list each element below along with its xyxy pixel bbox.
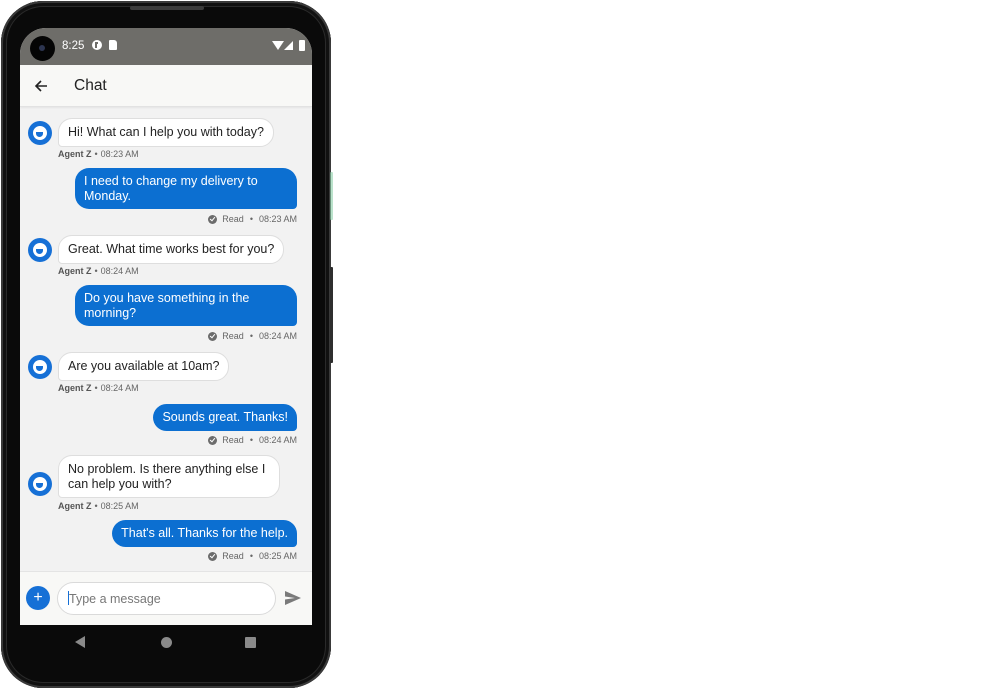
separator: • (94, 501, 98, 511)
message-bubble: Hi! What can I help you with today? (58, 118, 274, 147)
separator: • (94, 383, 98, 393)
separator: • (249, 435, 253, 445)
read-check-icon (208, 435, 218, 445)
read-check-icon (208, 331, 218, 341)
timestamp: 08:25 AM (258, 551, 297, 561)
agent-avatar (28, 121, 52, 145)
status-bar: 8:25 (20, 28, 312, 65)
message-list[interactable]: Hi! What can I help you with today? Agen… (20, 108, 312, 571)
message-input[interactable] (57, 582, 276, 615)
back-button[interactable] (20, 65, 62, 107)
read-status: Read (222, 435, 244, 445)
message-meta: Read • 08:25 AM (208, 551, 297, 561)
message-meta: Agent Z • 08:24 AM (58, 266, 139, 276)
read-check-icon (208, 214, 218, 224)
sender-name: Agent Z (58, 266, 92, 276)
camera-cutout (30, 36, 55, 61)
battery-icon (299, 40, 305, 51)
agent-avatar (28, 355, 52, 379)
send-button[interactable] (284, 589, 302, 607)
sd-card-icon (109, 40, 117, 50)
power-button (330, 172, 333, 220)
timestamp: 08:24 AM (258, 435, 297, 445)
page-title: Chat (74, 76, 107, 94)
agent-avatar (28, 472, 52, 496)
read-status: Read (222, 331, 244, 341)
volume-button (330, 267, 333, 363)
timestamp: 08:24 AM (258, 331, 297, 341)
sender-name: Agent Z (58, 501, 92, 511)
cell-signal-icon (284, 41, 293, 50)
message-bubble: That's all. Thanks for the help. (112, 520, 297, 547)
message-composer: + (20, 571, 312, 625)
separator: • (249, 214, 253, 224)
message-meta: Agent Z • 08:23 AM (58, 149, 139, 159)
text-caret (68, 591, 69, 605)
message-bubble: Are you available at 10am? (58, 352, 230, 381)
send-icon (285, 591, 301, 605)
speaker-grille (130, 6, 204, 10)
message-bubble: Sounds great. Thanks! (153, 404, 297, 431)
message-bubble: Great. What time works best for you? (58, 235, 285, 264)
message-bubble: No problem. Is there anything else I can… (58, 455, 280, 498)
sender-name: Agent Z (58, 383, 92, 393)
status-time: 8:25 (62, 40, 85, 52)
screen: 8:25 Chat Hi! What can I help you with t… (20, 28, 312, 625)
timestamp: 08:23 AM (100, 149, 139, 159)
system-nav-bar (20, 625, 312, 661)
notification-icon (92, 40, 102, 50)
timestamp: 08:24 AM (100, 266, 139, 276)
read-status: Read (222, 551, 244, 561)
sender-name: Agent Z (58, 149, 92, 159)
message-meta: Read • 08:24 AM (208, 435, 297, 445)
nav-back-button[interactable] (75, 636, 85, 648)
message-bubble: Do you have something in the morning? (75, 285, 297, 326)
separator: • (249, 551, 253, 561)
agent-avatar (28, 238, 52, 262)
separator: • (94, 149, 98, 159)
agent-icon (33, 126, 47, 140)
timestamp: 08:23 AM (258, 214, 297, 224)
app-bar: Chat (20, 65, 312, 107)
agent-icon (33, 477, 47, 491)
message-meta: Agent Z • 08:25 AM (58, 501, 139, 511)
nav-recents-button[interactable] (245, 637, 256, 648)
read-check-icon (208, 551, 218, 561)
message-meta: Read • 08:23 AM (208, 214, 297, 224)
nav-home-button[interactable] (161, 637, 172, 648)
timestamp: 08:25 AM (100, 501, 139, 511)
add-attachment-button[interactable]: + (26, 586, 50, 610)
wifi-icon (272, 41, 284, 50)
separator: • (249, 331, 253, 341)
arrow-left-icon (34, 79, 47, 92)
agent-icon (33, 243, 47, 257)
separator: • (94, 266, 98, 276)
message-bubble: I need to change my delivery to Monday. (75, 168, 297, 209)
read-status: Read (222, 214, 244, 224)
timestamp: 08:24 AM (100, 383, 139, 393)
agent-icon (33, 360, 47, 374)
message-meta: Read • 08:24 AM (208, 331, 297, 341)
message-meta: Agent Z • 08:24 AM (58, 383, 139, 393)
